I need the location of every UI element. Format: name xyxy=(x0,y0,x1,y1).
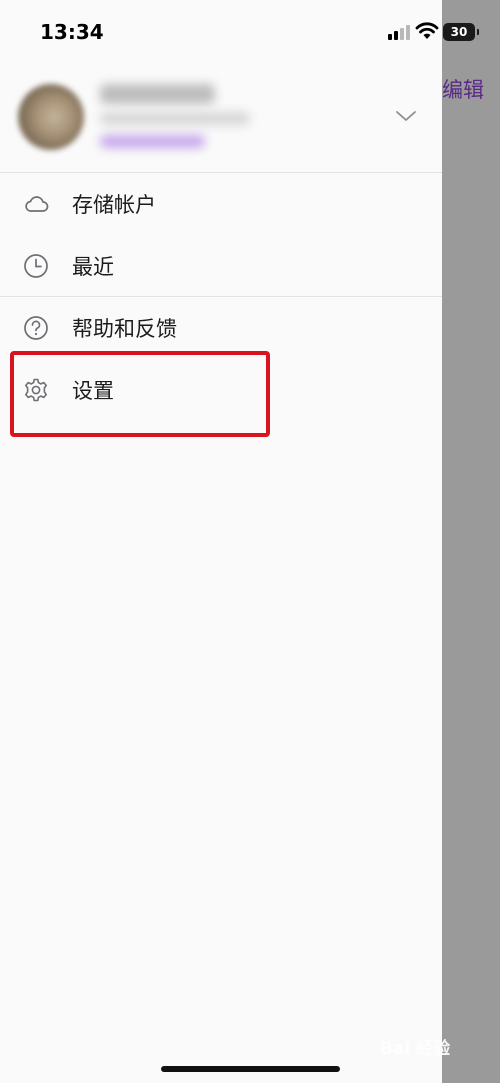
account-email-blurred xyxy=(100,112,250,125)
menu-item-storage-accounts[interactable]: 存储帐户 xyxy=(0,173,442,235)
chevron-down-icon[interactable] xyxy=(394,108,418,124)
menu-item-help-feedback[interactable]: 帮助和反馈 xyxy=(0,297,442,359)
menu-item-label: 帮助和反馈 xyxy=(72,317,177,341)
menu-item-label: 最近 xyxy=(72,255,114,279)
edit-button[interactable]: 编辑 xyxy=(442,74,484,104)
dimmed-overlay[interactable] xyxy=(442,0,500,1083)
status-time: 13:34 xyxy=(40,20,104,44)
home-indicator[interactable] xyxy=(161,1066,340,1072)
cloud-icon xyxy=(25,196,49,212)
avatar[interactable] xyxy=(18,84,84,150)
wifi-icon xyxy=(415,22,439,39)
account-name-blurred xyxy=(100,84,215,104)
menu-item-recent[interactable]: 最近 xyxy=(0,235,442,297)
account-tag-blurred xyxy=(100,135,205,148)
menu-item-label: 存储帐户 xyxy=(72,193,156,217)
cellular-signal-icon xyxy=(388,24,410,40)
battery-tip xyxy=(477,29,479,35)
clock-icon xyxy=(24,254,48,278)
side-drawer: 13:34 30 存储帐户 最近 帮助和反馈 设置 xyxy=(0,0,479,1083)
help-circle-icon xyxy=(24,316,48,340)
battery-indicator: 30 xyxy=(443,23,475,41)
watermark: Bai 经验 xyxy=(380,1039,451,1059)
annotation-highlight-box xyxy=(10,351,270,437)
